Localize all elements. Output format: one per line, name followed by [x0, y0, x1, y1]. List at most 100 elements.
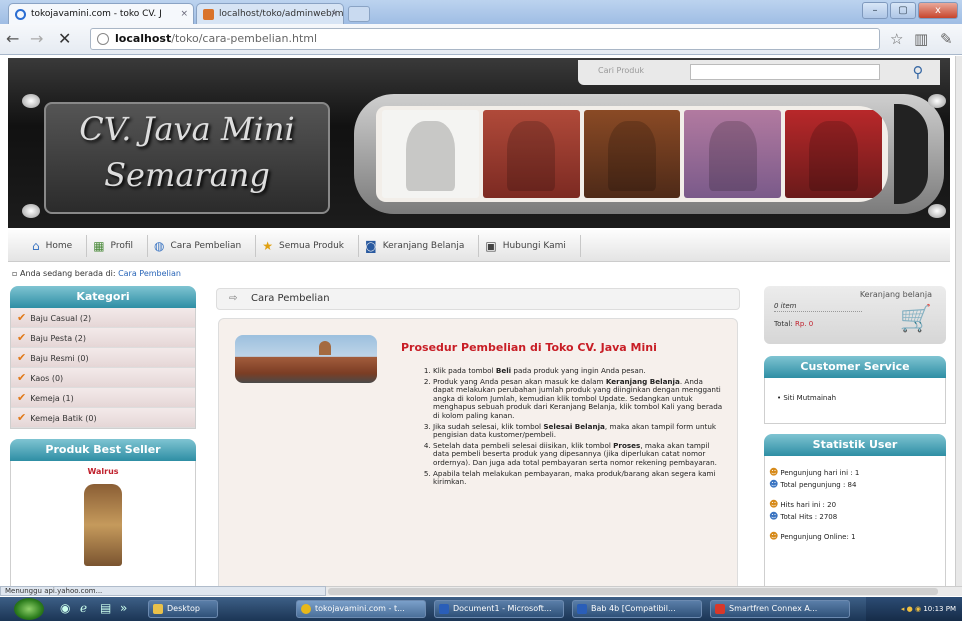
star-icon: ★ — [262, 238, 274, 253]
cart-divider — [774, 311, 862, 312]
banner-product-image — [482, 110, 580, 198]
tray-icons[interactable]: ◂ ● ◉ — [901, 605, 923, 613]
site-logo[interactable]: CV. Java Mini Semarang — [44, 102, 330, 214]
breadcrumb-current[interactable]: Cara Pembelian — [118, 269, 181, 278]
stat-row: ☻ Pengunjung Online: 1 — [769, 532, 856, 542]
tab-title: tokojavamini.com - toko CV. J — [31, 9, 162, 19]
banner-product-image — [583, 110, 681, 198]
back-arrow-icon[interactable]: ← — [6, 30, 19, 48]
breadcrumb-prefix: Anda sedang berada di: — [19, 269, 116, 278]
statistics-box: Statistik User ☻ Pengunjung hari ini : 1 … — [764, 434, 946, 586]
menu-item-cara-pembelian[interactable]: ◍ Cara Pembelian — [148, 234, 257, 257]
vertical-scrollbar[interactable] — [955, 56, 962, 586]
users-icon: ☻ — [769, 512, 779, 522]
check-icon: ✔ — [17, 411, 27, 424]
menu-item-hubungi-kami[interactable]: ▣ Hubungi Kami — [479, 234, 581, 257]
tab-title: localhost/toko/adminweb/med — [219, 9, 344, 19]
users-icon: ☻ — [769, 480, 779, 490]
cart-total: Total: Rp. 0 — [774, 320, 814, 328]
cart-box[interactable]: Keranjang belanja 0 item Total: Rp. 0 🛒 — [764, 286, 946, 344]
browser-titlebar: tokojavamini.com - toko CV. J × localhos… — [0, 0, 962, 24]
clock[interactable]: 10:13 PM — [923, 605, 956, 613]
address-bar[interactable]: localhost/toko/cara-pembelian.html — [90, 28, 880, 50]
banner-products — [376, 106, 888, 202]
extension-icon[interactable]: ▥ — [914, 30, 928, 48]
cart-title: Keranjang belanja — [859, 290, 932, 299]
categories-title: Kategori — [10, 286, 196, 308]
category-label: Baju Pesta (2) — [30, 334, 86, 343]
procedure-step: Setelah data pembeli selesai diisikan, k… — [433, 441, 723, 468]
category-item[interactable]: ✔ Baju Pesta (2) — [11, 328, 195, 348]
bookmark-star-icon[interactable]: ☆ — [890, 30, 903, 48]
procedure-step: Produk yang Anda pesan akan masuk ke dal… — [433, 377, 723, 421]
customer-service-body: • Siti Mutmainah — [764, 378, 946, 424]
taskbar-item[interactable]: tokojavamini.com - t... — [296, 600, 426, 618]
statistics-body: ☻ Pengunjung hari ini : 1 ☻ Total pengunju… — [764, 456, 946, 586]
forward-arrow-icon[interactable]: → — [30, 30, 43, 48]
category-item[interactable]: ✔ Baju Resmi (0) — [11, 348, 195, 368]
customer-service-box: Customer Service • Siti Mutmainah — [764, 356, 946, 424]
browser-tab[interactable]: localhost/toko/adminweb/med × — [196, 3, 344, 24]
check-icon: ✔ — [17, 351, 27, 364]
taskbar-item[interactable]: Smartfren Connex A... — [710, 600, 850, 618]
globe-icon: ◍ — [154, 238, 165, 253]
content-title-bar: ⇨ Cara Pembelian — [216, 288, 740, 310]
search-input[interactable] — [690, 64, 880, 80]
search-area: Cari Produk ⚲ — [578, 60, 940, 85]
wrench-icon[interactable]: ✎ — [940, 30, 953, 48]
decor-knob — [22, 94, 40, 108]
menu-item-home[interactable]: ⌂ Home — [26, 234, 88, 257]
loading-icon — [15, 9, 26, 20]
profile-icon: ▦ — [93, 238, 105, 253]
category-label: Kaos (0) — [30, 374, 64, 383]
horizontal-scrollbar[interactable] — [326, 586, 962, 596]
scroll-thumb[interactable] — [328, 588, 938, 595]
search-icon[interactable]: ⚲ — [906, 63, 930, 82]
best-seller-product-image[interactable] — [84, 484, 122, 566]
stop-icon[interactable]: ✕ — [58, 30, 71, 48]
maximize-button[interactable]: ▢ — [890, 2, 916, 19]
more-icon[interactable]: » — [120, 601, 127, 615]
check-icon: ✔ — [17, 311, 27, 324]
decor-knob — [22, 204, 40, 218]
taskbar-item[interactable]: Document1 - Microsoft... — [434, 600, 564, 618]
menu-item-profil[interactable]: ▦ Profil — [87, 234, 148, 257]
menu-label: Home — [45, 240, 73, 251]
store-photo — [235, 335, 377, 383]
procedure-step: Klik pada tombol Beli pada produk yang i… — [433, 366, 723, 376]
main-menu: ⌂ Home ▦ Profil ◍ Cara Pembelian ★ Semua… — [8, 230, 950, 262]
best-seller-box: Produk Best Seller Walrus — [10, 439, 196, 586]
tab-close-icon[interactable]: × — [330, 4, 338, 24]
taskbar-item[interactable]: Bab 4b [Compatibil... — [572, 600, 702, 618]
status-bar: Menunggu api.yahoo.com... — [0, 586, 326, 596]
bullet-icon: ▫ — [12, 269, 20, 278]
menu-item-semua-produk[interactable]: ★ Semua Produk — [256, 234, 360, 257]
category-item[interactable]: ✔ Kaos (0) — [11, 368, 195, 388]
category-item[interactable]: ✔ Kemeja Batik (0) — [11, 408, 195, 428]
chrome-quicklaunch-icon[interactable]: ◉ — [60, 601, 70, 615]
start-button[interactable] — [14, 598, 44, 620]
best-seller-body: Walrus — [10, 461, 196, 586]
category-label: Kemeja Batik (0) — [30, 414, 97, 423]
tab-close-icon[interactable]: × — [180, 4, 188, 24]
content-box: Prosedur Pembelian di Toko CV. Java Mini… — [218, 318, 738, 586]
customer-service-agent[interactable]: Siti Mutmainah — [783, 394, 836, 402]
procedure-heading: Prosedur Pembelian di Toko CV. Java Mini — [401, 341, 657, 354]
content-title: Cara Pembelian — [251, 293, 330, 304]
category-item[interactable]: ✔ Baju Casual (2) — [11, 308, 195, 328]
best-seller-product-name[interactable]: Walrus — [11, 461, 195, 476]
menu-item-keranjang-belanja[interactable]: ◙ Keranjang Belanja — [359, 234, 480, 257]
category-item[interactable]: ✔ Kemeja (1) — [11, 388, 195, 408]
folder-quicklaunch-icon[interactable]: ▤ — [100, 601, 111, 615]
stat-row: ☻ Pengunjung hari ini : 1 — [769, 468, 860, 478]
minimize-button[interactable]: – — [862, 2, 888, 19]
browser-tab-active[interactable]: tokojavamini.com - toko CV. J × — [8, 3, 194, 24]
new-tab-button[interactable] — [348, 6, 370, 22]
desktop-button[interactable]: Desktop — [148, 600, 218, 618]
home-icon: ⌂ — [32, 238, 40, 253]
word-icon — [577, 604, 587, 614]
statistics-title: Statistik User — [764, 434, 946, 456]
page-info-icon — [97, 33, 109, 45]
ie-quicklaunch-icon[interactable]: ℯ — [80, 601, 87, 615]
close-window-button[interactable]: x — [918, 2, 958, 19]
